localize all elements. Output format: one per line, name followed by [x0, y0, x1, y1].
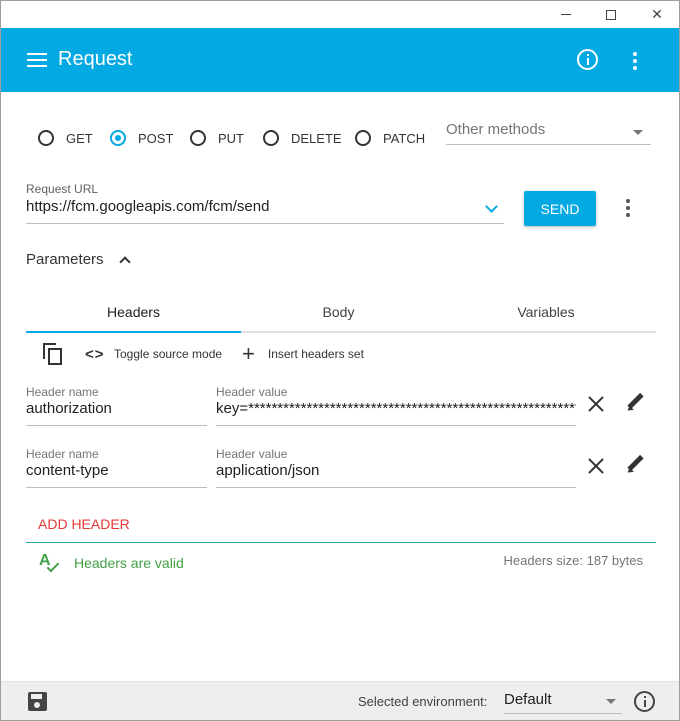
parameters-label: Parameters [26, 251, 104, 268]
save-icon[interactable] [28, 692, 47, 711]
menu-icon[interactable] [27, 53, 47, 67]
radio-selected-icon [110, 130, 126, 146]
header-value-input[interactable]: key=************************************… [216, 400, 576, 426]
dropdown-arrow-icon [606, 699, 616, 704]
method-radio-post[interactable]: POST [110, 129, 173, 147]
radio-icon [38, 130, 54, 146]
remove-header-icon[interactable] [587, 457, 605, 475]
headers-valid-text: Headers are valid [74, 555, 184, 571]
edit-icon[interactable] [625, 392, 645, 414]
dropdown-arrow-icon [633, 130, 643, 135]
method-radio-put[interactable]: PUT [190, 129, 244, 147]
method-label: POST [138, 130, 174, 146]
url-value: https://fcm.googleapis.com/fcm/send [26, 198, 270, 215]
header-value-label: Header value [216, 447, 288, 461]
chevron-down-icon[interactable] [485, 200, 498, 213]
environment-label: Selected environment: [358, 694, 488, 709]
close-window-button[interactable]: ✕ [634, 1, 679, 28]
header-name-input[interactable]: authorization [26, 400, 207, 426]
method-label: DELETE [291, 130, 342, 146]
header-name-input[interactable]: content-type [26, 462, 207, 488]
title-bar: ✕ [1, 1, 679, 28]
request-more-icon[interactable] [626, 199, 630, 217]
minimize-button[interactable] [543, 1, 589, 28]
tab-indicator [26, 331, 241, 333]
close-icon: ✕ [651, 6, 663, 22]
divider [26, 542, 656, 543]
footer-bar: Selected environment: Default [1, 681, 679, 720]
remove-header-icon[interactable] [587, 395, 605, 413]
header-value-label: Header value [216, 385, 288, 399]
insert-headers-label: Insert headers set [267, 347, 364, 361]
header-name-value: authorization [26, 400, 112, 417]
environment-info-icon[interactable] [634, 691, 655, 712]
headers-valid-status: A Headers are valid [39, 552, 184, 574]
radio-icon [263, 130, 279, 146]
parameters-tabs: Headers Body Variables [26, 291, 656, 333]
plus-icon: + [242, 341, 255, 366]
header-name-label: Header name [26, 385, 99, 399]
method-label: PUT [218, 130, 244, 146]
method-radio-get[interactable]: GET [38, 129, 93, 147]
radio-icon [355, 130, 371, 146]
url-input[interactable]: https://fcm.googleapis.com/fcm/send [26, 198, 504, 224]
page-title: Request [58, 48, 133, 70]
parameters-toggle[interactable]: Parameters [26, 251, 131, 268]
environment-value: Default [504, 691, 552, 708]
more-vert-icon[interactable] [633, 52, 637, 70]
header-name-label: Header name [26, 447, 99, 461]
other-methods-dropdown[interactable]: Other methods [446, 121, 651, 145]
minimize-icon [561, 14, 571, 15]
toggle-source-label: Toggle source mode [114, 347, 223, 361]
send-button[interactable]: SEND [524, 191, 596, 226]
header-value-input[interactable]: application/json [216, 462, 576, 488]
toggle-source-button[interactable]: <> Toggle source mode [85, 343, 222, 365]
other-methods-placeholder: Other methods [446, 121, 546, 138]
method-radio-delete[interactable]: DELETE [263, 129, 342, 147]
method-radio-patch[interactable]: PATCH [355, 129, 425, 147]
tab-headers[interactable]: Headers [26, 291, 241, 333]
app-window: ✕ Request GET POST PUT DELETE PATCH Othe… [0, 0, 680, 721]
environment-select[interactable]: Default [504, 688, 622, 714]
method-label: PATCH [383, 130, 426, 146]
radio-icon [190, 130, 206, 146]
tab-body[interactable]: Body [241, 291, 436, 333]
maximize-button[interactable] [588, 1, 634, 28]
spellcheck-icon: A [39, 552, 62, 574]
header-value-value: key=************************************… [216, 400, 576, 417]
url-label: Request URL [26, 182, 99, 196]
code-icon: <> [85, 345, 105, 363]
maximize-icon [606, 9, 616, 20]
copy-icon[interactable] [43, 343, 65, 365]
tab-variables[interactable]: Variables [436, 291, 656, 333]
add-header-button[interactable]: ADD HEADER [38, 516, 130, 532]
header-name-value: content-type [26, 462, 109, 479]
insert-headers-button[interactable]: + Insert headers set [242, 343, 364, 365]
app-bar: Request [1, 28, 679, 92]
header-value-value: application/json [216, 462, 320, 479]
chevron-up-icon [118, 256, 131, 268]
edit-icon[interactable] [625, 454, 645, 476]
method-label: GET [66, 130, 93, 146]
info-icon[interactable] [577, 49, 598, 70]
headers-size: Headers size: 187 bytes [503, 553, 643, 568]
